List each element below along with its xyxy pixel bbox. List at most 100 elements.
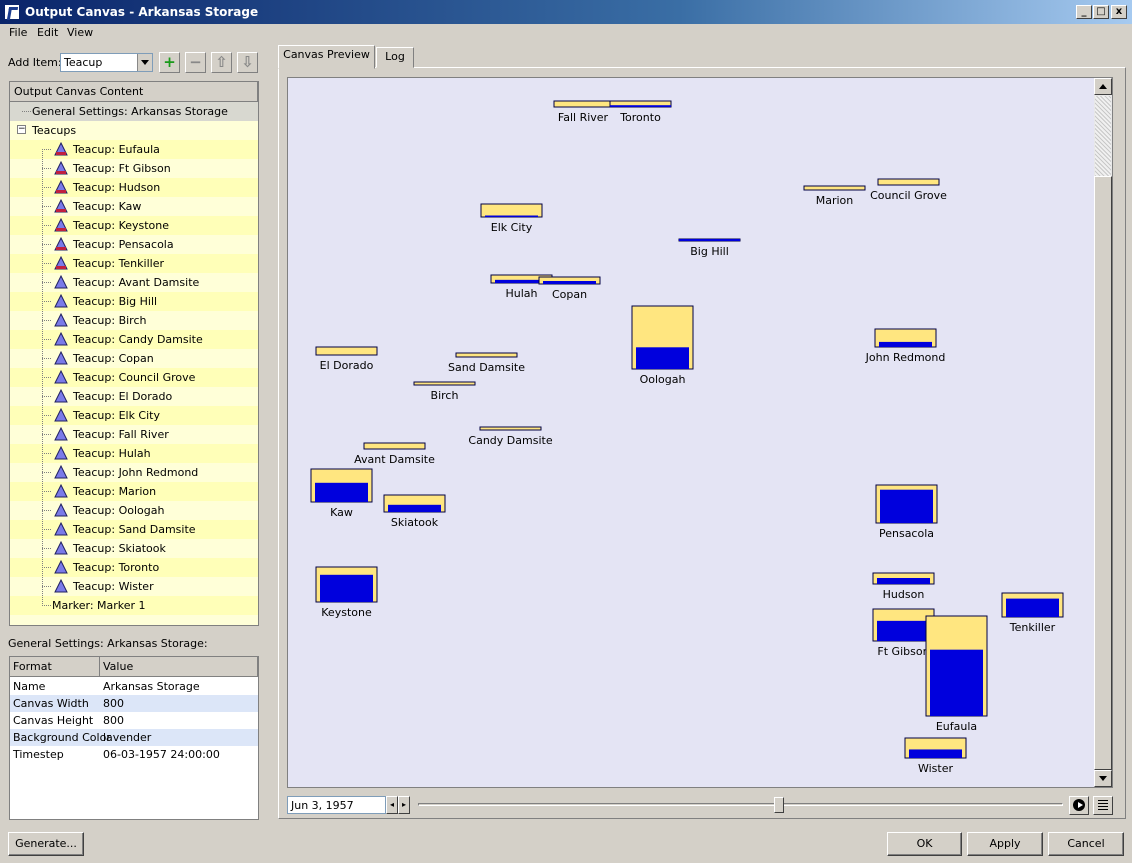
teacup-elk-city[interactable]: Elk City (480, 203, 543, 234)
settings-row[interactable]: Canvas Width 800 (10, 695, 258, 712)
ok-button[interactable]: OK (887, 832, 962, 856)
vertical-scrollbar[interactable] (1094, 78, 1112, 787)
settings-table[interactable]: Format Value Name Arkansas Storage Canvas … (9, 656, 259, 820)
scroll-thumb[interactable] (1094, 176, 1112, 770)
teacup-label: Birch (431, 389, 459, 402)
teacup-birch[interactable]: Birch (413, 381, 476, 402)
date-field[interactable]: Jun 3, 1957 (287, 796, 386, 814)
canvas-content-tree[interactable]: Output Canvas Content General Settings: … (9, 81, 259, 626)
menu-file[interactable]: File (9, 26, 27, 39)
tree-item-teacup[interactable]: Teacup: Avant Damsite (10, 273, 258, 292)
settings-value[interactable]: lavender (103, 731, 151, 744)
teacup-toronto[interactable]: Toronto (609, 100, 672, 124)
scroll-down-button[interactable] (1094, 770, 1112, 787)
move-up-button[interactable]: ⇧ (211, 52, 232, 73)
add-item-select[interactable]: Teacup (60, 53, 153, 72)
tree-item-teacup[interactable]: Teacup: Oologah (10, 501, 258, 520)
maximize-button[interactable]: □ (1093, 5, 1109, 19)
tree-item-teacup[interactable]: Teacup: Wister (10, 577, 258, 596)
tree-item-teacup[interactable]: Teacup: Skiatook (10, 539, 258, 558)
apply-button[interactable]: Apply (967, 832, 1043, 856)
teacup-label: John Redmond (865, 351, 946, 364)
teacup-hudson[interactable]: Hudson (872, 572, 935, 601)
teacup-council-grove[interactable]: Council Grove (870, 178, 947, 202)
teacup-avant-damsite[interactable]: Avant Damsite (354, 442, 435, 466)
tree-item-teacup[interactable]: Teacup: Sand Damsite (10, 520, 258, 539)
teacup-candy-damsite[interactable]: Candy Damsite (468, 426, 553, 447)
tree-item-teacup[interactable]: Teacup: Birch (10, 311, 258, 330)
tree-item-teacup[interactable]: Teacup: Marion (10, 482, 258, 501)
tree-item-teacup[interactable]: Teacup: Eufaula (10, 140, 258, 159)
settings-row[interactable]: Timestep 06-03-1957 24:00:00 (10, 746, 258, 763)
cancel-button[interactable]: Cancel (1048, 832, 1124, 856)
time-slider-thumb[interactable] (774, 797, 785, 813)
tree-item-teacup[interactable]: Teacup: Council Grove (10, 368, 258, 387)
date-prev-button[interactable]: ◂ (386, 796, 398, 814)
scroll-up-button[interactable] (1094, 78, 1112, 95)
chevron-down-icon[interactable] (137, 54, 152, 71)
teacup-john-redmond[interactable]: John Redmond (865, 328, 946, 364)
settings-row[interactable]: Background Color lavender (10, 729, 258, 746)
app-icon[interactable] (4, 4, 20, 20)
remove-button[interactable]: − (185, 52, 206, 73)
tree-item-teacup[interactable]: Teacup: Big Hill (10, 292, 258, 311)
teacup-fall-river[interactable]: Fall River (553, 100, 613, 124)
settings-value[interactable]: 06-03-1957 24:00:00 (103, 748, 220, 761)
teacup-sand-damsite[interactable]: Sand Damsite (448, 352, 525, 374)
teacup-kaw[interactable]: Kaw (310, 468, 373, 519)
tree-item-teacup[interactable]: Teacup: Pensacola (10, 235, 258, 254)
tree-item-general[interactable]: General Settings: Arkansas Storage (10, 102, 258, 121)
tree-item-marker[interactable]: Marker: Marker 1 (10, 596, 258, 615)
generate-button[interactable]: Generate... (8, 832, 84, 856)
move-down-button[interactable]: ⇩ (237, 52, 258, 73)
teacup-copan[interactable]: Copan (538, 276, 601, 301)
tree-item-teacup[interactable]: Teacup: Keystone (10, 216, 258, 235)
teacup-skiatook[interactable]: Skiatook (383, 494, 446, 529)
settings-row[interactable]: Name Arkansas Storage (10, 678, 258, 695)
teacup-pensacola[interactable]: Pensacola (875, 484, 938, 540)
play-icon[interactable] (1069, 796, 1089, 815)
close-button[interactable]: x (1111, 5, 1127, 19)
teacup-ft-gibson[interactable]: Ft Gibson (872, 608, 935, 658)
tree-item-teacup[interactable]: Teacup: Tenkiller (10, 254, 258, 273)
teacup-wister[interactable]: Wister (904, 737, 967, 775)
teacup-el-dorado[interactable]: El Dorado (315, 346, 378, 372)
minimize-button[interactable]: _ (1076, 5, 1092, 19)
add-button[interactable]: + (159, 52, 180, 73)
collapse-icon[interactable]: − (17, 125, 26, 134)
teacup-big-hill[interactable]: Big Hill (678, 238, 741, 258)
tree-item-teacup[interactable]: Teacup: Toronto (10, 558, 258, 577)
tab-log[interactable]: Log (376, 47, 414, 68)
scroll-track[interactable] (1095, 96, 1111, 176)
teacup-label: Skiatook (391, 516, 439, 529)
teacup-tenkiller[interactable]: Tenkiller (1001, 592, 1064, 634)
tree-item-teacup[interactable]: Teacup: Hulah (10, 444, 258, 463)
date-next-button[interactable]: ▸ (398, 796, 410, 814)
teacup-oologah[interactable]: Oologah (631, 305, 694, 386)
col-format-header[interactable]: Format (10, 657, 100, 677)
tree-item-teacup[interactable]: Teacup: El Dorado (10, 387, 258, 406)
time-slider-track[interactable] (418, 803, 1063, 806)
tree-item-teacup[interactable]: Teacup: Hudson (10, 178, 258, 197)
tree-item-teacup[interactable]: Teacup: Candy Damsite (10, 330, 258, 349)
tree-item-group[interactable]: − Teacups (10, 121, 258, 140)
teacup-keystone[interactable]: Keystone (315, 566, 378, 619)
list-icon[interactable] (1093, 796, 1113, 815)
tree-item-teacup[interactable]: Teacup: Elk City (10, 406, 258, 425)
menu-edit[interactable]: Edit (37, 26, 58, 39)
settings-row[interactable]: Canvas Height 800 (10, 712, 258, 729)
tree-item-teacup[interactable]: Teacup: Ft Gibson (10, 159, 258, 178)
settings-value[interactable]: Arkansas Storage (103, 680, 200, 693)
tree-item-teacup[interactable]: Teacup: Fall River (10, 425, 258, 444)
tree-item-teacup[interactable]: Teacup: Copan (10, 349, 258, 368)
canvas-preview[interactable]: Fall River Toronto Marion Council Grove Elk … (287, 77, 1113, 788)
menu-view[interactable]: View (67, 26, 93, 39)
teacup-eufaula[interactable]: Eufaula (925, 615, 988, 733)
tree-item-teacup[interactable]: Teacup: Kaw (10, 197, 258, 216)
tab-canvas-preview[interactable]: Canvas Preview (278, 45, 375, 69)
settings-value[interactable]: 800 (103, 714, 124, 727)
tree-item-teacup[interactable]: Teacup: John Redmond (10, 463, 258, 482)
teacup-marion[interactable]: Marion (803, 185, 866, 207)
settings-value[interactable]: 800 (103, 697, 124, 710)
col-value-header[interactable]: Value (100, 657, 258, 677)
